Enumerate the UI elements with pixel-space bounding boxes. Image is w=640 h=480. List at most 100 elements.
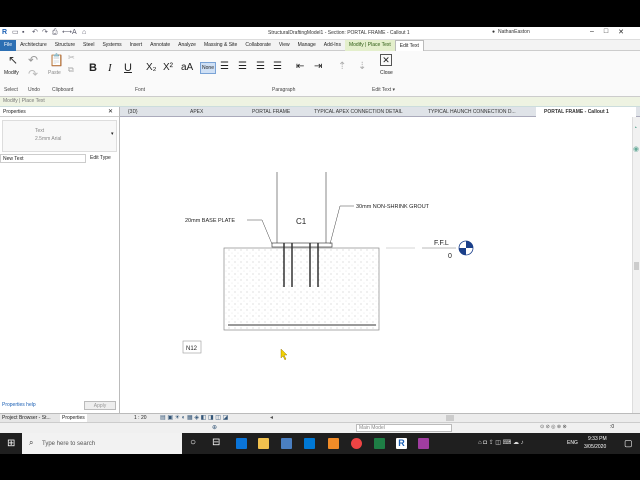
properties-help-link[interactable]: Properties help bbox=[2, 402, 36, 408]
notifications-icon[interactable]: ▢ bbox=[624, 438, 633, 449]
column-label[interactable]: C1 bbox=[296, 217, 307, 226]
scroll-left-icon[interactable]: ◂ bbox=[270, 414, 273, 421]
underline-button[interactable]: U bbox=[124, 62, 132, 74]
store-icon[interactable] bbox=[281, 438, 292, 449]
tab-manage[interactable]: Manage bbox=[294, 40, 320, 51]
view-tab-apex[interactable]: APEX bbox=[182, 107, 240, 117]
level-head-icon[interactable] bbox=[458, 240, 474, 256]
file-explorer-icon[interactable] bbox=[258, 438, 269, 449]
worksets-icon[interactable]: ⊕ bbox=[212, 424, 217, 431]
concrete-footing[interactable] bbox=[223, 247, 380, 331]
level-value[interactable]: 0 bbox=[448, 253, 452, 260]
paste-button[interactable]: Paste bbox=[48, 70, 61, 76]
tab-systems[interactable]: Systems bbox=[98, 40, 125, 51]
close-properties-icon[interactable]: ✕ bbox=[108, 108, 113, 115]
paste-icon[interactable]: 📋 bbox=[49, 53, 64, 67]
edit-type-button[interactable]: Edit Type bbox=[90, 155, 111, 161]
instance-filter[interactable]: New Text bbox=[0, 154, 86, 163]
tab-file[interactable]: File bbox=[0, 39, 17, 51]
level-name[interactable]: F.F.L bbox=[434, 240, 449, 247]
decrement-list-icon[interactable]: ⇣ bbox=[358, 61, 366, 72]
windows-start-icon[interactable]: ⊞ bbox=[7, 438, 15, 449]
redo-ribbon-icon[interactable]: ↷ bbox=[28, 67, 38, 81]
bullet-list-icon[interactable]: ☰ bbox=[220, 61, 229, 72]
recorder-icon[interactable] bbox=[418, 438, 429, 449]
3d-view-icon[interactable]: ⌂ bbox=[82, 28, 89, 37]
decrease-indent-icon[interactable]: ⇤ bbox=[296, 61, 304, 72]
close-window-icon[interactable]: ✕ bbox=[618, 28, 624, 36]
measure-icon[interactable]: ⟷ bbox=[62, 28, 72, 37]
active-model-selector[interactable]: Main Model bbox=[356, 424, 452, 432]
system-tray-icon[interactable]: ⌂ ◘ ⇪ ◫ ⌨ ☁ ♪ bbox=[478, 439, 524, 446]
view-controls-icon[interactable]: ▤ ▣ ☀ ◐ ▦ ◈ ◧ ◨ ◫ ◪ bbox=[160, 414, 228, 421]
maximize-icon[interactable]: □ bbox=[604, 28, 608, 36]
clock-date[interactable]: 3/05/2020 bbox=[584, 444, 606, 450]
close-button[interactable]: Close bbox=[380, 70, 393, 76]
tab-structure[interactable]: Structure bbox=[51, 40, 79, 51]
navigation-wheel-icon[interactable]: ◉ bbox=[633, 145, 639, 153]
increment-list-icon[interactable]: ⇡ bbox=[338, 61, 346, 72]
numbered-list-icon[interactable]: ☰ bbox=[238, 61, 247, 72]
excel-icon[interactable] bbox=[374, 438, 385, 449]
view-tab-portal-frame[interactable]: PORTAL FRAME bbox=[244, 107, 302, 117]
scroll-thumb[interactable] bbox=[634, 262, 639, 270]
tab-view[interactable]: View bbox=[275, 40, 294, 51]
chrome-icon[interactable] bbox=[351, 438, 362, 449]
base-plate[interactable] bbox=[271, 242, 333, 248]
list-none-button[interactable]: None bbox=[200, 62, 216, 74]
close-icon[interactable]: ✕ bbox=[380, 54, 392, 66]
grout-label[interactable]: 30mm NON-SHRINK GROUT bbox=[356, 204, 430, 210]
mail-icon[interactable] bbox=[304, 438, 315, 449]
drawing-canvas[interactable]: C1 20mm BASE PLATE 30mm NON-SHRINK GROUT… bbox=[120, 117, 632, 413]
apply-button[interactable]: Apply bbox=[84, 401, 116, 410]
all-caps-button[interactable]: aA bbox=[181, 62, 193, 73]
tab-annotate[interactable]: Annotate bbox=[146, 40, 174, 51]
modify-cursor-icon[interactable]: ↖ bbox=[8, 53, 18, 67]
open-icon[interactable]: ▭ bbox=[12, 28, 19, 37]
view-scale[interactable]: 1 : 20 bbox=[134, 415, 147, 421]
view-tab-haunch-connection[interactable]: TYPICAL HAUNCH CONNECTION D... bbox=[420, 107, 530, 117]
selection-filter-icon[interactable]: ⊙ ⊘ ◎ ⊛ ⊗ bbox=[540, 424, 567, 430]
print-icon[interactable]: ⎙ bbox=[52, 28, 59, 37]
input-language[interactable]: ENG bbox=[567, 440, 578, 446]
increase-indent-icon[interactable]: ⇥ bbox=[314, 61, 322, 72]
view-tab-apex-connection[interactable]: TYPICAL APEX CONNECTION DETAIL bbox=[306, 107, 418, 117]
project-browser-tab[interactable]: Project Browser - St... bbox=[2, 415, 51, 421]
superscript-button[interactable]: X² bbox=[163, 62, 173, 73]
user-area[interactable]: ● NathanEaston bbox=[492, 29, 530, 35]
edge-icon[interactable] bbox=[236, 438, 247, 449]
taskbar-search[interactable]: ⌕ Type here to search bbox=[22, 433, 182, 454]
tab-collaborate[interactable]: Collaborate bbox=[241, 40, 275, 51]
bold-button[interactable]: B bbox=[89, 62, 97, 74]
tab-addins[interactable]: Add-Ins bbox=[320, 40, 345, 51]
minimize-icon[interactable]: – bbox=[590, 28, 594, 36]
type-selector[interactable]: Text 2.5mm Arial ▾ bbox=[2, 120, 117, 152]
vertical-scrollbar[interactable]: ◔ ◉ bbox=[632, 117, 640, 413]
undo-icon[interactable]: ↶ bbox=[32, 28, 39, 37]
view-tab-3d[interactable]: {3D} bbox=[120, 107, 180, 117]
text-icon[interactable]: A bbox=[72, 28, 79, 37]
view-tab-callout-active[interactable]: PORTAL FRAME - Callout 1 bbox=[536, 107, 636, 117]
text-edit-content[interactable]: N12 bbox=[186, 346, 198, 352]
roman-list-icon[interactable]: ☰ bbox=[273, 61, 282, 72]
task-view-icon[interactable]: ⊟ bbox=[212, 437, 220, 448]
tab-architecture[interactable]: Architecture bbox=[16, 40, 51, 51]
copy-icon[interactable]: ⧉ bbox=[68, 65, 74, 75]
tab-analyze[interactable]: Analyze bbox=[174, 40, 200, 51]
tab-insert[interactable]: Insert bbox=[126, 40, 147, 51]
subscript-button[interactable]: X₂ bbox=[146, 62, 157, 73]
modify-button[interactable]: Modify bbox=[4, 70, 19, 76]
viewcube-icon[interactable]: ◔ bbox=[633, 125, 637, 132]
undo-ribbon-icon[interactable]: ↶ bbox=[28, 53, 38, 67]
cut-icon[interactable]: ✂ bbox=[68, 53, 75, 62]
tab-massing[interactable]: Massing & Site bbox=[200, 40, 241, 51]
tab-steel[interactable]: Steel bbox=[79, 40, 98, 51]
revit-logo-icon[interactable]: R bbox=[2, 28, 9, 37]
save-icon[interactable]: ▪ bbox=[22, 28, 29, 37]
redo-icon[interactable]: ↷ bbox=[42, 28, 49, 37]
cortana-icon[interactable]: ○ bbox=[190, 437, 196, 448]
horizontal-scroll-thumb[interactable] bbox=[446, 415, 454, 421]
tab-edit-text[interactable]: Edit Text bbox=[394, 39, 424, 51]
app-icon[interactable] bbox=[328, 438, 339, 449]
italic-button[interactable]: I bbox=[108, 62, 112, 74]
